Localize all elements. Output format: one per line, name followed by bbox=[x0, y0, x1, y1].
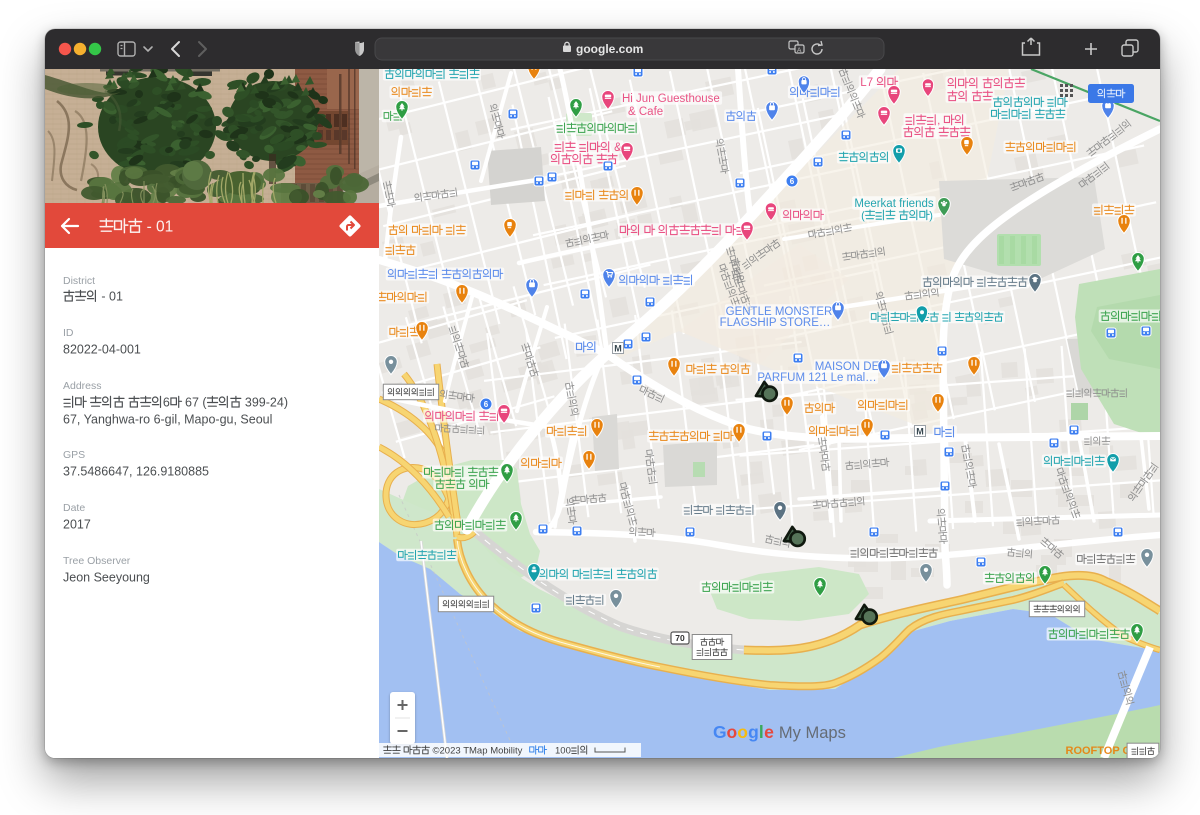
svg-text:google.com: google.com bbox=[576, 42, 643, 56]
svg-text:ROOFTOP C: ROOFTOP C bbox=[1066, 745, 1131, 757]
svg-text:01: 01 bbox=[156, 219, 173, 236]
svg-text:A: A bbox=[797, 47, 802, 54]
svg-text:l: l bbox=[759, 722, 764, 742]
svg-text:37.5486647, 126.9180885: 37.5486647, 126.9180885 bbox=[63, 465, 209, 479]
svg-text:-: - bbox=[101, 290, 105, 304]
svg-text:Address: Address bbox=[63, 380, 102, 392]
svg-text:ID: ID bbox=[63, 327, 74, 339]
svg-text:o: o bbox=[737, 722, 748, 742]
svg-text:M: M bbox=[614, 343, 622, 353]
svg-text:L7: L7 bbox=[860, 77, 873, 89]
svg-text:100: 100 bbox=[555, 745, 571, 756]
svg-text:Date: Date bbox=[63, 502, 85, 514]
svg-text:FLAGSHIP STORE…: FLAGSHIP STORE… bbox=[720, 317, 831, 329]
svg-text:My Maps: My Maps bbox=[779, 724, 846, 742]
svg-text:G: G bbox=[713, 722, 727, 742]
svg-text:District: District bbox=[63, 275, 95, 287]
svg-text:& Cafe: & Cafe bbox=[628, 106, 663, 118]
svg-text:o: o bbox=[727, 722, 738, 742]
svg-text:Hi Jun Guesthouse: Hi Jun Guesthouse bbox=[622, 93, 720, 105]
svg-text:6: 6 bbox=[163, 396, 170, 410]
svg-text:6: 6 bbox=[790, 177, 795, 186]
svg-text:Jeon Seeyoung: Jeon Seeyoung bbox=[63, 571, 150, 585]
svg-text:-: - bbox=[147, 219, 152, 236]
svg-text:): ) bbox=[929, 210, 933, 222]
svg-text:e: e bbox=[764, 722, 774, 742]
svg-text:6: 6 bbox=[484, 400, 489, 409]
svg-text:2017: 2017 bbox=[63, 518, 91, 532]
svg-text:Tree Observer: Tree Observer bbox=[63, 555, 131, 567]
svg-text:67: 67 bbox=[185, 396, 199, 410]
svg-text:g: g bbox=[748, 722, 759, 742]
svg-text:82022-04-001: 82022-04-001 bbox=[63, 343, 141, 357]
svg-text:67, Yanghwa-ro 6-gil, Mapo-gu,: 67, Yanghwa-ro 6-gil, Mapo-gu, Seoul bbox=[63, 413, 272, 427]
svg-text:PARFUM 121 Le mal…: PARFUM 121 Le mal… bbox=[757, 372, 876, 384]
svg-text:TMap: TMap bbox=[463, 745, 487, 756]
svg-text:Meerkat friends: Meerkat friends bbox=[854, 198, 934, 210]
svg-text:GPS: GPS bbox=[63, 449, 85, 461]
svg-text:(: ( bbox=[861, 210, 865, 222]
svg-text:01: 01 bbox=[109, 290, 123, 304]
svg-text:Mobility: Mobility bbox=[490, 745, 522, 756]
svg-text:70: 70 bbox=[675, 633, 685, 643]
svg-text:(: ( bbox=[202, 396, 207, 410]
svg-text:M: M bbox=[916, 426, 924, 436]
svg-text:©2023: ©2023 bbox=[433, 745, 461, 756]
svg-text:399-24): 399-24) bbox=[245, 396, 288, 410]
